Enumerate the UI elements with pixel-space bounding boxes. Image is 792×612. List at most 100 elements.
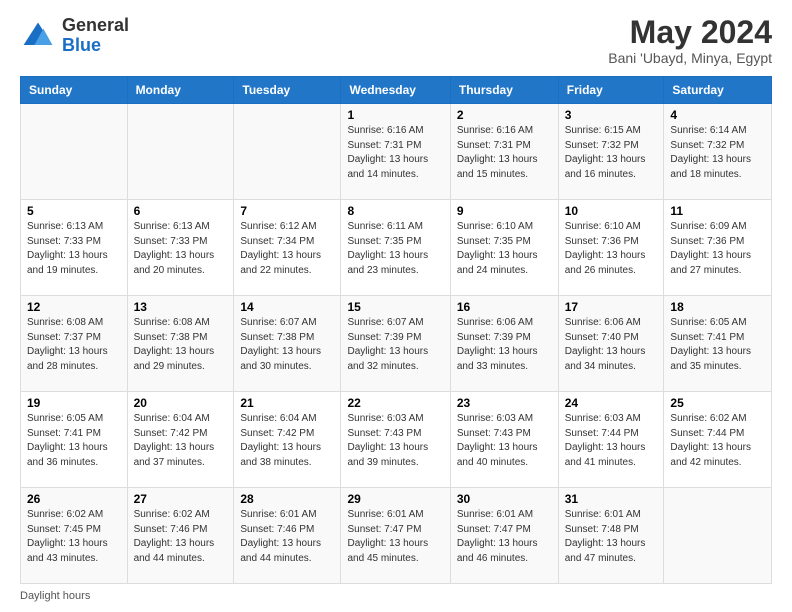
- day-number: 3: [565, 108, 658, 122]
- calendar-cell: 20 Sunrise: 6:04 AM Sunset: 7:42 PM Dayli…: [127, 392, 234, 488]
- day-number: 28: [240, 492, 334, 506]
- day-info: Sunrise: 6:08 AM Sunset: 7:38 PM Dayligh…: [134, 316, 228, 374]
- day-info: Sunrise: 6:01 AM Sunset: 7:47 PM Dayligh…: [457, 508, 552, 566]
- logo: General Blue: [20, 16, 129, 56]
- calendar-cell: 3 Sunrise: 6:15 AM Sunset: 7:32 PM Daylig…: [558, 104, 664, 200]
- calendar-cell: 2 Sunrise: 6:16 AM Sunset: 7:31 PM Daylig…: [450, 104, 558, 200]
- day-number: 27: [134, 492, 228, 506]
- day-info: Sunrise: 6:07 AM Sunset: 7:38 PM Dayligh…: [240, 316, 334, 374]
- calendar-cell: 25 Sunrise: 6:02 AM Sunset: 7:44 PM Dayli…: [664, 392, 772, 488]
- day-header-monday: Monday: [127, 77, 234, 104]
- day-number: 2: [457, 108, 552, 122]
- day-number: 7: [240, 204, 334, 218]
- day-number: 31: [565, 492, 658, 506]
- calendar-cell: 11 Sunrise: 6:09 AM Sunset: 7:36 PM Dayli…: [664, 200, 772, 296]
- calendar-cell: [21, 104, 128, 200]
- calendar-cell: 23Sunrise: 6:03 AM Sunset: 7:43 PM Dayli…: [450, 392, 558, 488]
- calendar-week-2: 5 Sunrise: 6:13 AM Sunset: 7:33 PM Daylig…: [21, 200, 772, 296]
- calendar-cell: 14Sunrise: 6:07 AM Sunset: 7:38 PM Dayli…: [234, 296, 341, 392]
- day-number: 8: [347, 204, 443, 218]
- calendar-cell: [664, 488, 772, 584]
- calendar-cell: 4 Sunrise: 6:14 AM Sunset: 7:32 PM Daylig…: [664, 104, 772, 200]
- day-info: Sunrise: 6:02 AM Sunset: 7:44 PM Dayligh…: [670, 412, 765, 470]
- day-info: Sunrise: 6:15 AM Sunset: 7:32 PM Dayligh…: [565, 124, 658, 182]
- day-info: Sunrise: 6:16 AM Sunset: 7:31 PM Dayligh…: [457, 124, 552, 182]
- calendar-week-5: 26 Sunrise: 6:02 AM Sunset: 7:45 PM Dayli…: [21, 488, 772, 584]
- calendar-week-1: 1Sunrise: 6:16 AM Sunset: 7:31 PM Daylig…: [21, 104, 772, 200]
- day-info: Sunrise: 6:01 AM Sunset: 7:48 PM Dayligh…: [565, 508, 658, 566]
- day-number: 15: [347, 300, 443, 314]
- day-number: 21: [240, 396, 334, 410]
- day-number: 29: [347, 492, 443, 506]
- logo-general-text: General: [62, 15, 129, 35]
- day-info: Sunrise: 6:02 AM Sunset: 7:46 PM Dayligh…: [134, 508, 228, 566]
- month-title: May 2024: [608, 16, 772, 48]
- calendar-cell: 15 Sunrise: 6:07 AM Sunset: 7:39 PM Dayli…: [341, 296, 450, 392]
- day-number: 30: [457, 492, 552, 506]
- location: Bani 'Ubayd, Minya, Egypt: [608, 50, 772, 66]
- day-number: 6: [134, 204, 228, 218]
- calendar-cell: 18Sunrise: 6:05 AM Sunset: 7:41 PM Dayli…: [664, 296, 772, 392]
- calendar-cell: 17Sunrise: 6:06 AM Sunset: 7:40 PM Dayli…: [558, 296, 664, 392]
- day-info: Sunrise: 6:16 AM Sunset: 7:31 PM Dayligh…: [347, 124, 443, 182]
- logo-blue-text: Blue: [62, 35, 101, 55]
- day-number: 9: [457, 204, 552, 218]
- day-number: 11: [670, 204, 765, 218]
- calendar-cell: 24 Sunrise: 6:03 AM Sunset: 7:44 PM Dayli…: [558, 392, 664, 488]
- calendar-cell: 30 Sunrise: 6:01 AM Sunset: 7:47 PM Dayli…: [450, 488, 558, 584]
- day-number: 16: [457, 300, 552, 314]
- calendar-cell: 7Sunrise: 6:12 AM Sunset: 7:34 PM Daylig…: [234, 200, 341, 296]
- day-number: 22: [347, 396, 443, 410]
- day-info: Sunrise: 6:11 AM Sunset: 7:35 PM Dayligh…: [347, 220, 443, 278]
- day-info: Sunrise: 6:07 AM Sunset: 7:39 PM Dayligh…: [347, 316, 443, 374]
- calendar-cell: 26 Sunrise: 6:02 AM Sunset: 7:45 PM Dayli…: [21, 488, 128, 584]
- day-info: Sunrise: 6:14 AM Sunset: 7:32 PM Dayligh…: [670, 124, 765, 182]
- calendar-cell: 19Sunrise: 6:05 AM Sunset: 7:41 PM Dayli…: [21, 392, 128, 488]
- day-info: Sunrise: 6:01 AM Sunset: 7:46 PM Dayligh…: [240, 508, 334, 566]
- calendar-cell: 12Sunrise: 6:08 AM Sunset: 7:37 PM Dayli…: [21, 296, 128, 392]
- calendar-cell: 21 Sunrise: 6:04 AM Sunset: 7:42 PM Dayli…: [234, 392, 341, 488]
- day-info: Sunrise: 6:01 AM Sunset: 7:47 PM Dayligh…: [347, 508, 443, 566]
- calendar-cell: 16Sunrise: 6:06 AM Sunset: 7:39 PM Dayli…: [450, 296, 558, 392]
- calendar-cell: 1Sunrise: 6:16 AM Sunset: 7:31 PM Daylig…: [341, 104, 450, 200]
- day-header-tuesday: Tuesday: [234, 77, 341, 104]
- calendar-cell: 9Sunrise: 6:10 AM Sunset: 7:35 PM Daylig…: [450, 200, 558, 296]
- day-header-saturday: Saturday: [664, 77, 772, 104]
- day-number: 24: [565, 396, 658, 410]
- calendar-cell: 29 Sunrise: 6:01 AM Sunset: 7:47 PM Dayli…: [341, 488, 450, 584]
- page: General Blue May 2024 Bani 'Ubayd, Minya…: [0, 0, 792, 612]
- calendar-week-3: 12Sunrise: 6:08 AM Sunset: 7:37 PM Dayli…: [21, 296, 772, 392]
- calendar-cell: 10Sunrise: 6:10 AM Sunset: 7:36 PM Dayli…: [558, 200, 664, 296]
- day-number: 12: [27, 300, 121, 314]
- day-info: Sunrise: 6:04 AM Sunset: 7:42 PM Dayligh…: [134, 412, 228, 470]
- day-number: 26: [27, 492, 121, 506]
- day-number: 20: [134, 396, 228, 410]
- day-number: 25: [670, 396, 765, 410]
- day-info: Sunrise: 6:09 AM Sunset: 7:36 PM Dayligh…: [670, 220, 765, 278]
- day-info: Sunrise: 6:13 AM Sunset: 7:33 PM Dayligh…: [27, 220, 121, 278]
- calendar-cell: 31 Sunrise: 6:01 AM Sunset: 7:48 PM Dayli…: [558, 488, 664, 584]
- logo-text: General Blue: [62, 16, 129, 56]
- calendar-cell: 6 Sunrise: 6:13 AM Sunset: 7:33 PM Daylig…: [127, 200, 234, 296]
- calendar-cell: 27 Sunrise: 6:02 AM Sunset: 7:46 PM Dayli…: [127, 488, 234, 584]
- day-info: Sunrise: 6:02 AM Sunset: 7:45 PM Dayligh…: [27, 508, 121, 566]
- day-header-wednesday: Wednesday: [341, 77, 450, 104]
- day-info: Sunrise: 6:06 AM Sunset: 7:40 PM Dayligh…: [565, 316, 658, 374]
- calendar-cell: 13Sunrise: 6:08 AM Sunset: 7:38 PM Dayli…: [127, 296, 234, 392]
- day-number: 10: [565, 204, 658, 218]
- day-number: 5: [27, 204, 121, 218]
- day-info: Sunrise: 6:05 AM Sunset: 7:41 PM Dayligh…: [670, 316, 765, 374]
- calendar-cell: 22Sunrise: 6:03 AM Sunset: 7:43 PM Dayli…: [341, 392, 450, 488]
- calendar-cell: 5 Sunrise: 6:13 AM Sunset: 7:33 PM Daylig…: [21, 200, 128, 296]
- day-number: 4: [670, 108, 765, 122]
- calendar-cell: [127, 104, 234, 200]
- day-number: 23: [457, 396, 552, 410]
- day-info: Sunrise: 6:13 AM Sunset: 7:33 PM Dayligh…: [134, 220, 228, 278]
- day-info: Sunrise: 6:04 AM Sunset: 7:42 PM Dayligh…: [240, 412, 334, 470]
- footer: Daylight hours: [20, 590, 772, 602]
- day-info: Sunrise: 6:03 AM Sunset: 7:44 PM Dayligh…: [565, 412, 658, 470]
- calendar-cell: 8 Sunrise: 6:11 AM Sunset: 7:35 PM Daylig…: [341, 200, 450, 296]
- calendar-cell: 28 Sunrise: 6:01 AM Sunset: 7:46 PM Dayli…: [234, 488, 341, 584]
- day-info: Sunrise: 6:05 AM Sunset: 7:41 PM Dayligh…: [27, 412, 121, 470]
- calendar-table: SundayMondayTuesdayWednesdayThursdayFrid…: [20, 76, 772, 584]
